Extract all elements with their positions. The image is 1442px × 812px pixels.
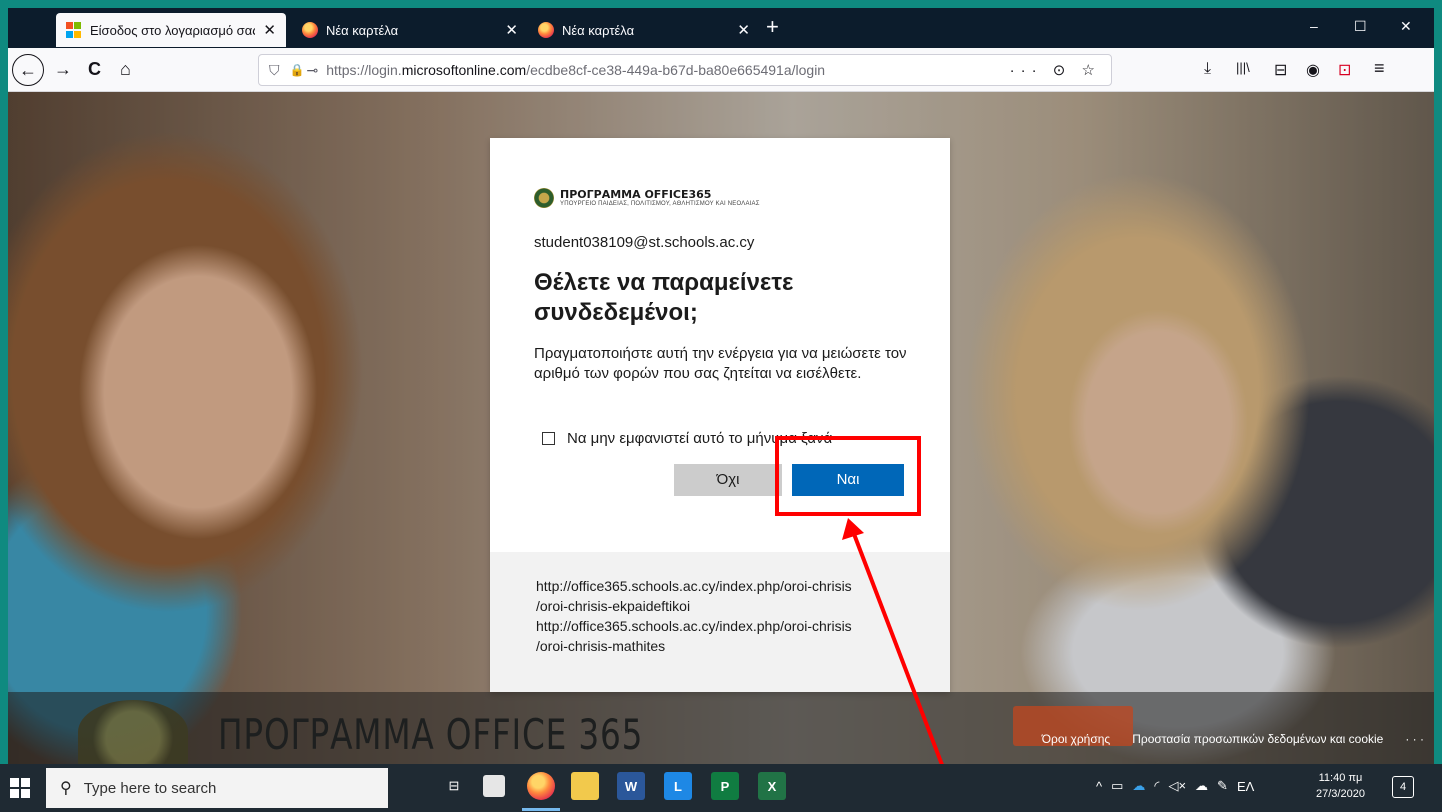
terms-text: http://office365.schools.ac.cy/index.php… [536,576,916,656]
web-page: ΠΡΟΓΡΑΜΜΑ OFFICE 365 Όροι χρήσης Προστασ… [8,92,1434,764]
tab-new-2[interactable]: Νέα καρτέλα ✕ [528,13,760,47]
tracking-shield-icon[interactable]: ⛉ [269,62,280,79]
search-icon: ⚲ [60,780,72,797]
sidebar-icon[interactable]: ⊟ [1274,60,1287,80]
dialog-footer: http://office365.schools.ac.cy/index.php… [490,552,950,692]
volume-icon[interactable]: ◁× [1168,778,1186,794]
minimize-icon[interactable]: – [1310,18,1318,34]
footer-links: Όροι χρήσης Προστασία προσωπικών δεδομέν… [1042,732,1424,746]
url-actions: ··· ⊙ ☆ [1010,61,1101,79]
banner-title: ΠΡΟΓΡΑΜΜΑ OFFICE 365 [218,710,644,759]
language-indicator[interactable]: ΕΛ [1237,779,1254,794]
navigation-bar: ← → C ⌂ ⛉ 🔒 ⊸ https://login.microsoftonl… [8,48,1434,92]
key-icon: ⊸ [306,61,319,78]
search-placeholder[interactable]: Type here to search [84,780,217,797]
page-actions-icon[interactable]: ··· [1010,62,1043,79]
cloud-icon[interactable]: ☁ [1195,778,1208,794]
home-button[interactable]: ⌂ [120,58,131,80]
pocket-extension-icon[interactable]: ⊡ [1338,60,1351,80]
terms-link-teachers[interactable]: http://office365.schools.ac.cy/index.php… [536,576,916,596]
terms-link-students-cont[interactable]: /oroi-chrisis-mathites [536,636,916,656]
downloads-icon[interactable]: ⤓ [1204,60,1211,78]
lock-icon[interactable]: 🔒 [290,63,305,77]
tab-title: Νέα καρτέλα [326,22,399,38]
maximize-icon[interactable]: ☐ [1354,18,1367,35]
tab-signin[interactable]: Είσοδος στο λογαριασμό σας ✕ [56,13,286,47]
tab-title: Νέα καρτέλα [562,22,635,38]
close-tab-icon[interactable]: ✕ [263,21,276,39]
stay-signed-in-dialog: ΠΡΟΓΡΑΜΜΑ OFFICE365 ΥΠΟΥΡΓΕΙΟ ΠΑΙΔΕΙΑΣ, … [490,138,950,692]
excel-icon[interactable]: X [758,772,786,800]
new-tab-button[interactable]: + [766,16,779,38]
emblem-icon [534,188,554,208]
onedrive-icon[interactable]: ☁ [1132,778,1145,794]
url-bar[interactable]: ⛉ 🔒 ⊸ https://login.microsoftonline.com/… [258,54,1112,86]
terms-link-teachers-cont[interactable]: /oroi-chrisis-ekpaideftikoi [536,596,916,616]
org-name: ΠΡΟΓΡΑΜΜΑ OFFICE365 [560,187,712,201]
clock[interactable]: 11:40 πμ 27/3/2020 [1316,770,1365,802]
close-tab-icon[interactable]: ✕ [505,21,518,39]
pen-icon[interactable]: ✎ [1217,778,1228,794]
no-button[interactable]: Όχι [674,464,782,496]
wifi-icon[interactable]: ◜ [1154,778,1159,794]
battery-icon[interactable]: ▭ [1111,778,1123,794]
tab-title: Είσοδος στο λογαριασμό σας [90,22,256,38]
terms-link[interactable]: Όροι χρήσης [1042,732,1110,746]
dialog-description: Πραγματοποιήστε αυτή την ενέργεια για να… [534,345,907,382]
task-view-icon[interactable]: ⊟ [440,772,468,800]
reload-button[interactable]: C [88,58,101,80]
publisher-icon[interactable]: P [711,772,739,800]
more-options-icon[interactable]: · · · [1405,732,1424,746]
windows-start-icon[interactable] [10,778,30,798]
menu-icon[interactable]: ≡ [1374,58,1385,79]
taskbar-search[interactable]: ⚲ Type here to search [46,768,388,808]
date: 27/3/2020 [1316,788,1365,800]
file-explorer-icon[interactable] [571,772,599,800]
organization-logo: ΠΡΟΓΡΑΜΜΑ OFFICE365 ΥΠΟΥΡΓΕΙΟ ΠΑΙΔΕΙΑΣ, … [534,188,760,208]
checkbox-icon[interactable] [542,432,555,445]
system-tray: ^ ▭ ☁ ◜ ◁× ☁ ✎ ΕΛ [1096,778,1254,794]
terms-link-students[interactable]: http://office365.schools.ac.cy/index.php… [536,616,916,636]
firefox-icon [538,22,554,38]
pocket-icon[interactable]: ⊙ [1053,62,1072,79]
dialog-title: Θέλετε να παραμείνετε συνδεδεμένοι; [534,269,794,326]
tab-strip: Είσοδος στο λογαριασμό σας ✕ Νέα καρτέλα… [8,8,1434,48]
show-hidden-icons-icon[interactable]: ^ [1096,779,1102,794]
library-icon[interactable]: |||\ [1236,60,1250,75]
store-icon[interactable] [483,775,505,797]
close-tab-icon[interactable]: ✕ [737,21,750,39]
teams-icon[interactable]: L [664,772,692,800]
account-icon[interactable]: ◉ [1306,60,1320,80]
browser-window: Είσοδος στο λογαριασμό σας ✕ Νέα καρτέλα… [8,8,1434,764]
account-email: student038109@st.schools.ac.cy [534,234,755,251]
notifications-icon[interactable]: 4 [1392,776,1414,798]
forward-button[interactable]: → [54,58,72,80]
highlight-box-annotation [775,436,921,516]
bookmark-star-icon[interactable]: ☆ [1082,62,1101,79]
tab-new-1[interactable]: Νέα καρτέλα ✕ [292,13,528,47]
active-app-indicator [522,808,560,811]
word-icon[interactable]: W [617,772,645,800]
firefox-icon [302,22,318,38]
org-subtitle: ΥΠΟΥΡΓΕΙΟ ΠΑΙΔΕΙΑΣ, ΠΟΛΙΤΙΣΜΟΥ, ΑΘΛΗΤΙΣΜ… [560,200,760,207]
program-banner: ΠΡΟΓΡΑΜΜΑ OFFICE 365 [8,692,1434,764]
privacy-link[interactable]: Προστασία προσωπικών δεδομένων και cooki… [1132,732,1383,746]
microsoft-logo-icon [66,22,82,38]
firefox-taskbar-icon[interactable] [527,772,555,800]
crest-logo-icon [78,700,188,764]
close-window-icon[interactable]: ✕ [1400,18,1412,35]
windows-taskbar: ⚲ Type here to search ⊟ W L P X ^ ▭ ☁ ◜ … [0,764,1442,812]
url-text[interactable]: https://login.microsoftonline.com/ecdbe8… [326,62,825,78]
back-button[interactable]: ← [12,54,44,86]
time: 11:40 πμ [1318,772,1363,784]
